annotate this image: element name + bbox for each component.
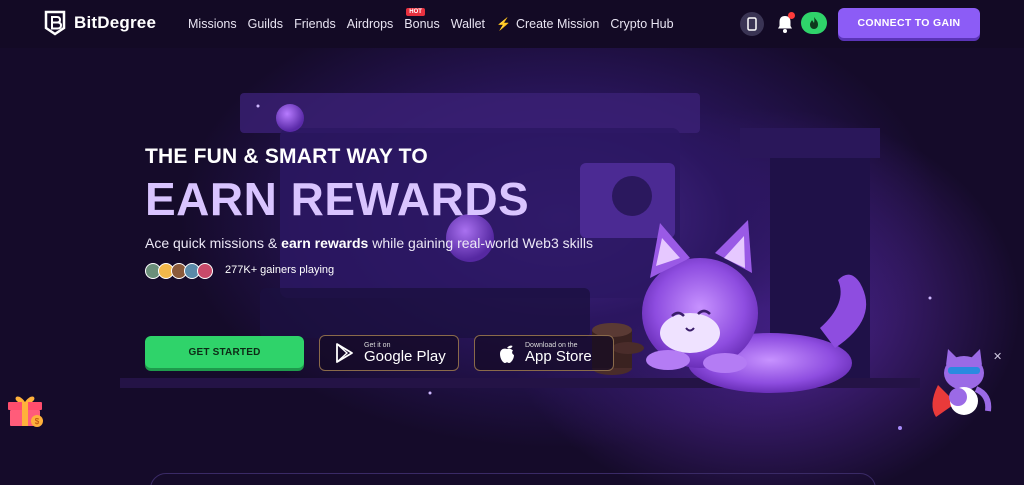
nav-bonus[interactable]: HOT Bonus: [404, 8, 440, 31]
hero-headline-small: THE FUN & SMART WAY TO: [145, 145, 428, 168]
nav-wallet[interactable]: Wallet: [451, 17, 485, 31]
nav-wallet-label: Wallet: [450, 17, 486, 31]
nav-create-mission[interactable]: ⚡ Create Mission: [496, 17, 599, 31]
notification-dot: [788, 12, 795, 19]
nav-crypto-hub-label: Crypto Hub: [610, 17, 674, 31]
get-started-button[interactable]: GET STARTED: [145, 336, 304, 368]
streak-button[interactable]: [801, 12, 827, 34]
close-icon[interactable]: ✕: [993, 350, 1002, 363]
hero-subtitle-pre: Ace quick missions &: [145, 235, 282, 251]
nav-friends[interactable]: Friends: [294, 17, 336, 31]
hero-headline-large: EARN REWARDS: [145, 173, 530, 225]
gainers-count: 277K+ gainers playing: [225, 264, 335, 276]
hero-subtitle-post: while gaining real-world Web3 skills: [368, 235, 593, 251]
hot-badge: HOT: [406, 8, 425, 16]
hero-subtitle-bold: earn rewards: [281, 235, 369, 251]
hero-section: THE FUN & SMART WAY TO EARN REWARDS Ace …: [0, 48, 1024, 485]
google-play-button[interactable]: Get it on Google Play: [319, 335, 459, 371]
brand-logo[interactable]: BitDegree: [44, 10, 156, 36]
section-card-edge: [150, 473, 876, 485]
nav-crypto-hub[interactable]: Crypto Hub: [610, 17, 673, 31]
svg-text:$: $: [35, 417, 40, 426]
top-navbar: BitDegree Missions Guilds Friends Airdro…: [0, 0, 1024, 48]
gift-icon[interactable]: $: [6, 388, 46, 428]
app-store-button[interactable]: Download on the App Store: [474, 335, 614, 371]
nav-links: Missions Guilds Friends Airdrops HOT Bon…: [188, 0, 685, 48]
gainer-avatars: [145, 263, 213, 279]
nav-missions[interactable]: Missions: [188, 17, 237, 31]
flame-icon: [810, 17, 818, 29]
connect-button[interactable]: CONNECT TO GAIN: [838, 8, 980, 38]
google-play-icon: [336, 343, 353, 363]
nav-bonus-label: Bonus: [404, 17, 440, 31]
nav-friends-label: Friends: [294, 17, 336, 31]
phone-icon: [747, 17, 757, 31]
bitdegree-logo-icon: [44, 10, 66, 36]
brand-name: BitDegree: [74, 13, 157, 32]
mobile-app-button[interactable]: [740, 12, 764, 36]
hero-subtitle: Ace quick missions & earn rewards while …: [145, 235, 593, 251]
nav-guilds[interactable]: Guilds: [248, 17, 283, 31]
avatar: [197, 263, 213, 279]
app-store-big-text: App Store: [525, 347, 592, 365]
nav-missions-label: Missions: [188, 17, 237, 31]
google-play-big-text: Google Play: [364, 347, 446, 365]
mascot-helper-icon[interactable]: [928, 345, 998, 425]
nav-create-mission-label: Create Mission: [515, 17, 600, 31]
apple-icon: [500, 345, 514, 363]
nav-airdrops[interactable]: Airdrops: [347, 17, 394, 31]
nav-guilds-label: Guilds: [247, 17, 284, 31]
lightning-icon: ⚡: [496, 17, 511, 31]
nav-airdrops-label: Airdrops: [346, 17, 394, 31]
